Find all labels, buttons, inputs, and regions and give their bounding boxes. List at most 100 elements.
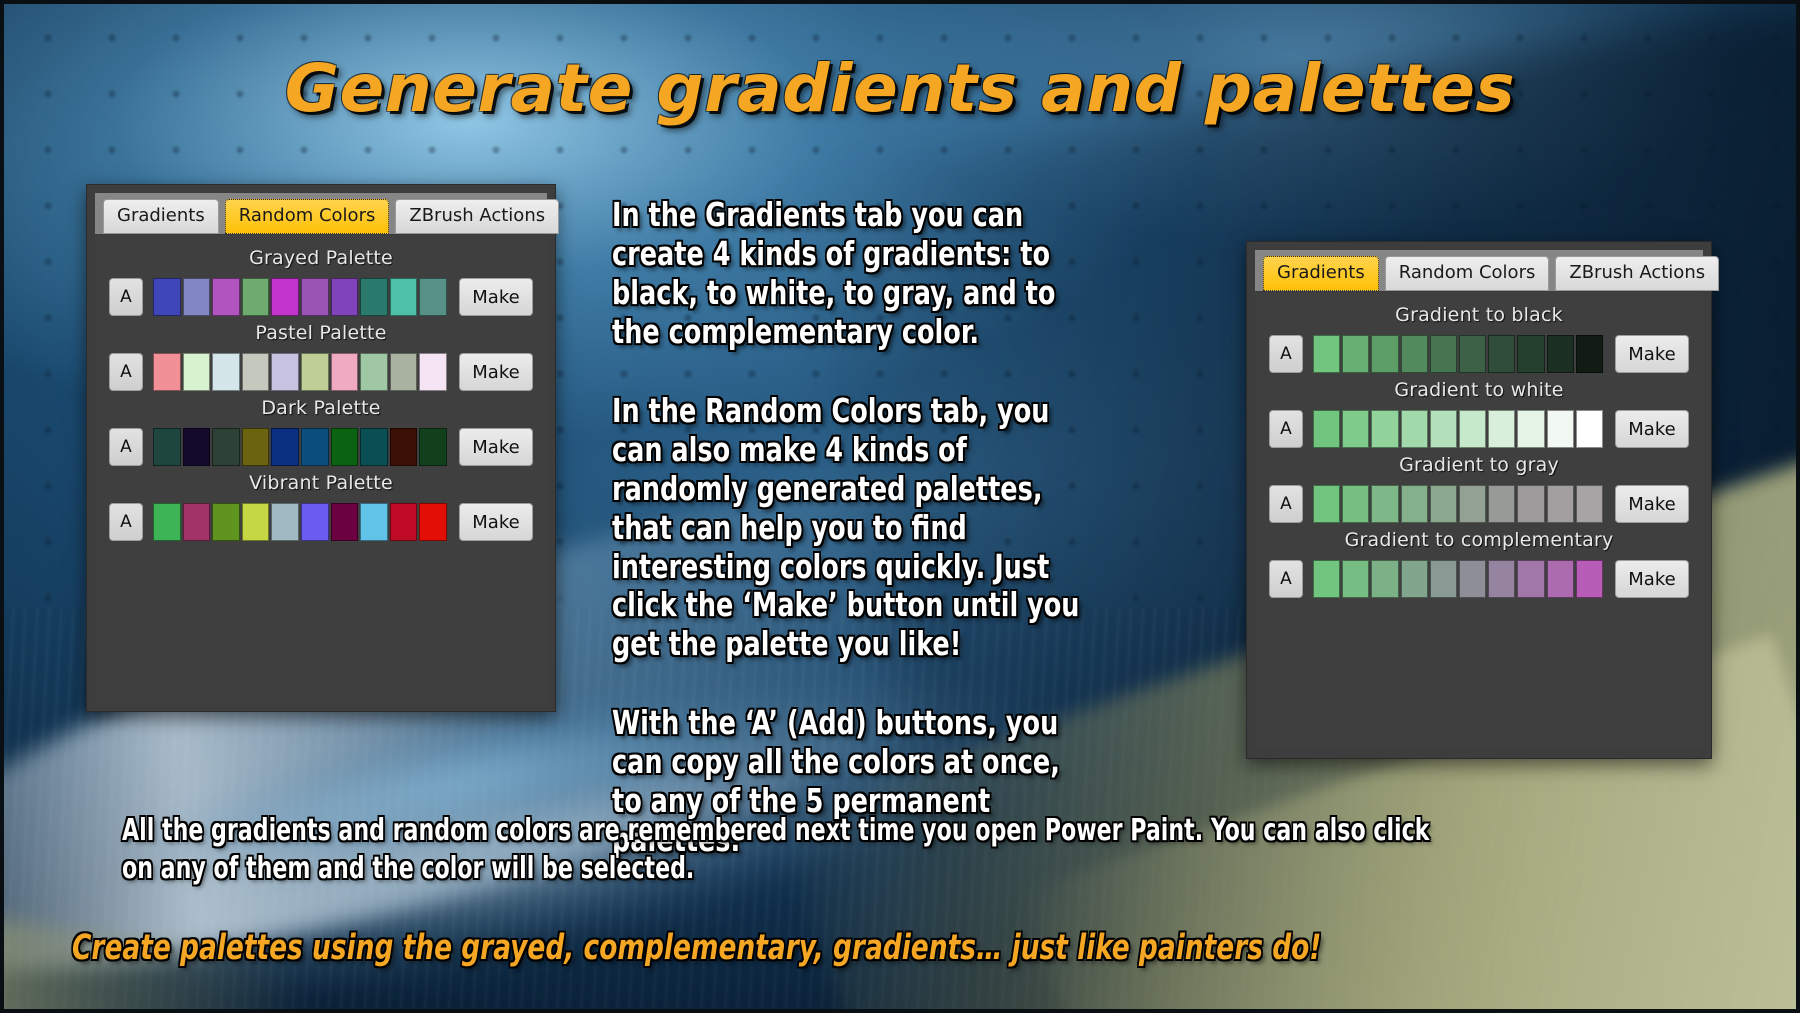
- add-to-palette-button[interactable]: A: [1269, 485, 1303, 523]
- color-swatch[interactable]: [1371, 485, 1399, 523]
- color-swatch[interactable]: [1342, 485, 1370, 523]
- make-button[interactable]: Make: [1615, 335, 1689, 373]
- color-swatch[interactable]: [153, 503, 181, 541]
- color-swatch[interactable]: [1371, 560, 1399, 598]
- color-swatch[interactable]: [360, 278, 388, 316]
- color-swatch[interactable]: [1400, 335, 1428, 373]
- color-swatch[interactable]: [330, 278, 359, 316]
- color-swatch[interactable]: [300, 353, 329, 391]
- color-swatch[interactable]: [1546, 485, 1574, 523]
- color-swatch[interactable]: [1400, 410, 1428, 448]
- color-swatch[interactable]: [1313, 560, 1341, 598]
- make-button[interactable]: Make: [459, 353, 533, 391]
- tab-gradients[interactable]: Gradients: [1263, 256, 1379, 291]
- color-swatch[interactable]: [360, 353, 388, 391]
- color-swatch[interactable]: [212, 428, 240, 466]
- color-swatch[interactable]: [1517, 485, 1545, 523]
- color-swatch[interactable]: [300, 503, 329, 541]
- color-swatch[interactable]: [1429, 335, 1458, 373]
- color-swatch[interactable]: [1575, 410, 1604, 448]
- color-swatch[interactable]: [1488, 335, 1516, 373]
- color-swatch[interactable]: [389, 353, 418, 391]
- color-swatch[interactable]: [271, 353, 299, 391]
- color-swatch[interactable]: [1488, 560, 1516, 598]
- make-button[interactable]: Make: [459, 278, 533, 316]
- color-swatch[interactable]: [419, 503, 447, 541]
- color-swatch[interactable]: [182, 278, 211, 316]
- color-swatch[interactable]: [241, 503, 270, 541]
- color-swatch[interactable]: [182, 428, 211, 466]
- add-to-palette-button[interactable]: A: [109, 503, 143, 541]
- color-swatch[interactable]: [360, 428, 388, 466]
- color-swatch[interactable]: [241, 428, 270, 466]
- color-swatch[interactable]: [212, 503, 240, 541]
- add-to-palette-button[interactable]: A: [1269, 560, 1303, 598]
- color-swatch[interactable]: [1517, 335, 1545, 373]
- color-swatch[interactable]: [419, 278, 447, 316]
- color-swatch[interactable]: [1400, 560, 1428, 598]
- color-swatch[interactable]: [300, 278, 329, 316]
- color-swatch[interactable]: [1400, 485, 1428, 523]
- color-swatch[interactable]: [153, 278, 181, 316]
- tab-random-colors[interactable]: Random Colors: [224, 199, 390, 234]
- color-swatch[interactable]: [1459, 410, 1487, 448]
- color-swatch[interactable]: [271, 503, 299, 541]
- color-swatch[interactable]: [153, 428, 181, 466]
- color-swatch[interactable]: [419, 428, 447, 466]
- color-swatch[interactable]: [1575, 560, 1604, 598]
- add-to-palette-button[interactable]: A: [109, 278, 143, 316]
- make-button[interactable]: Make: [1615, 410, 1689, 448]
- tab-zbrush-actions[interactable]: ZBrush Actions: [395, 199, 560, 234]
- color-swatch[interactable]: [1371, 335, 1399, 373]
- tab-random-colors[interactable]: Random Colors: [1384, 256, 1550, 291]
- color-swatch[interactable]: [153, 353, 181, 391]
- color-swatch[interactable]: [182, 353, 211, 391]
- color-swatch[interactable]: [389, 278, 418, 316]
- color-swatch[interactable]: [1371, 410, 1399, 448]
- color-swatch[interactable]: [1488, 410, 1516, 448]
- color-swatch[interactable]: [1429, 485, 1458, 523]
- color-swatch[interactable]: [241, 353, 270, 391]
- color-swatch[interactable]: [1313, 485, 1341, 523]
- color-swatch[interactable]: [1459, 560, 1487, 598]
- color-swatch[interactable]: [1429, 410, 1458, 448]
- color-swatch[interactable]: [1517, 560, 1545, 598]
- add-to-palette-button[interactable]: A: [1269, 410, 1303, 448]
- color-swatch[interactable]: [1546, 560, 1574, 598]
- color-swatch[interactable]: [1459, 485, 1487, 523]
- color-swatch[interactable]: [1575, 335, 1604, 373]
- color-swatch[interactable]: [1313, 410, 1341, 448]
- make-button[interactable]: Make: [1615, 560, 1689, 598]
- make-button[interactable]: Make: [1615, 485, 1689, 523]
- color-swatch[interactable]: [1575, 485, 1604, 523]
- add-to-palette-button[interactable]: A: [109, 353, 143, 391]
- color-swatch[interactable]: [419, 353, 447, 391]
- color-swatch[interactable]: [1342, 410, 1370, 448]
- color-swatch[interactable]: [1342, 335, 1370, 373]
- color-swatch[interactable]: [271, 278, 299, 316]
- make-button[interactable]: Make: [459, 428, 533, 466]
- color-swatch[interactable]: [330, 503, 359, 541]
- color-swatch[interactable]: [1546, 410, 1574, 448]
- color-swatch[interactable]: [1313, 335, 1341, 373]
- color-swatch[interactable]: [389, 503, 418, 541]
- tab-zbrush-actions[interactable]: ZBrush Actions: [1555, 256, 1720, 291]
- make-button[interactable]: Make: [459, 503, 533, 541]
- tab-gradients[interactable]: Gradients: [103, 199, 219, 234]
- color-swatch[interactable]: [271, 428, 299, 466]
- add-to-palette-button[interactable]: A: [1269, 335, 1303, 373]
- color-swatch[interactable]: [241, 278, 270, 316]
- color-swatch[interactable]: [1488, 485, 1516, 523]
- color-swatch[interactable]: [330, 353, 359, 391]
- color-swatch[interactable]: [1429, 560, 1458, 598]
- color-swatch[interactable]: [389, 428, 418, 466]
- color-swatch[interactable]: [1517, 410, 1545, 448]
- color-swatch[interactable]: [212, 278, 240, 316]
- color-swatch[interactable]: [330, 428, 359, 466]
- color-swatch[interactable]: [212, 353, 240, 391]
- color-swatch[interactable]: [1459, 335, 1487, 373]
- add-to-palette-button[interactable]: A: [109, 428, 143, 466]
- color-swatch[interactable]: [1546, 335, 1574, 373]
- color-swatch[interactable]: [360, 503, 388, 541]
- color-swatch[interactable]: [1342, 560, 1370, 598]
